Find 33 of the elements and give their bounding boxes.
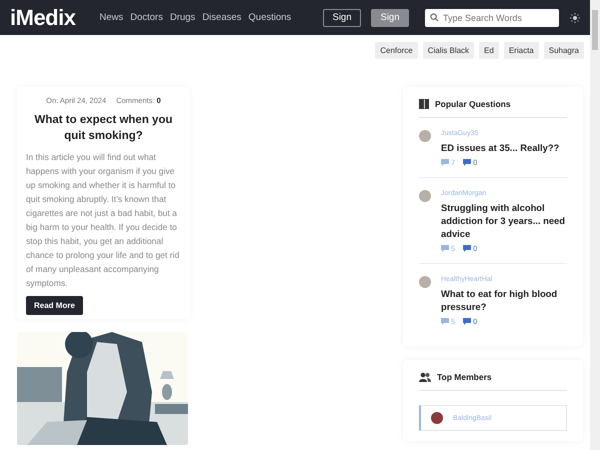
answers-icon: [441, 245, 449, 252]
nav-link[interactable]: Questions: [248, 12, 292, 23]
tag-link[interactable]: Eriacta: [504, 42, 539, 59]
search-field[interactable]: Type Search Words: [425, 8, 559, 26]
user-avatar[interactable]: [431, 412, 443, 424]
article-title[interactable]: What to expect when you quit smoking?: [26, 112, 181, 144]
users-icon: [419, 372, 431, 382]
question-title[interactable]: ED issues at 35... Really??: [441, 141, 560, 154]
tag-link[interactable]: Cialis Black: [422, 42, 474, 59]
article-excerpt: In this article you will find out what happens with your organism if you give up smoking and whether it is harmful to quit smoking abruptly. It’s known that cigarettes are not just a bad habit, but a big harm to your health. If you decide to stop this habit, you get an additional chance to prolong your life and to get rid of many unpleasant accompanying symptoms.: [26, 151, 180, 290]
comment-icon: [463, 245, 472, 252]
nav-link[interactable]: Doctors: [130, 12, 163, 23]
question-title[interactable]: Struggling with alcohol addiction for 3 years... need advice: [441, 201, 567, 240]
nav-link[interactable]: News: [99, 12, 124, 23]
tag-link[interactable]: Suhagra: [544, 42, 584, 59]
nav-link[interactable]: Diseases: [202, 12, 242, 23]
search-icon: [430, 13, 439, 22]
theme-toggle-icon[interactable]: [570, 12, 580, 22]
panel-title: Popular Questions: [435, 99, 511, 109]
question-title[interactable]: What to eat for high blood pressure?: [441, 287, 567, 313]
answers-icon: [441, 159, 449, 166]
tag-link[interactable]: Cenforce: [375, 42, 418, 59]
comment-icon: [463, 318, 472, 325]
book-icon: [419, 99, 429, 109]
panel-title: Top Members: [437, 372, 492, 382]
comment-icon: [463, 159, 472, 166]
site-logo[interactable]: iMedix: [10, 4, 76, 30]
read-more-button[interactable]: Read More: [26, 296, 83, 315]
nav-link[interactable]: Drugs: [170, 12, 196, 23]
answers-icon: [441, 318, 449, 325]
scrollbar-thumb[interactable]: [592, 10, 598, 50]
tag-link[interactable]: Ed: [479, 42, 499, 59]
sign-button[interactable]: Sign: [323, 8, 361, 26]
